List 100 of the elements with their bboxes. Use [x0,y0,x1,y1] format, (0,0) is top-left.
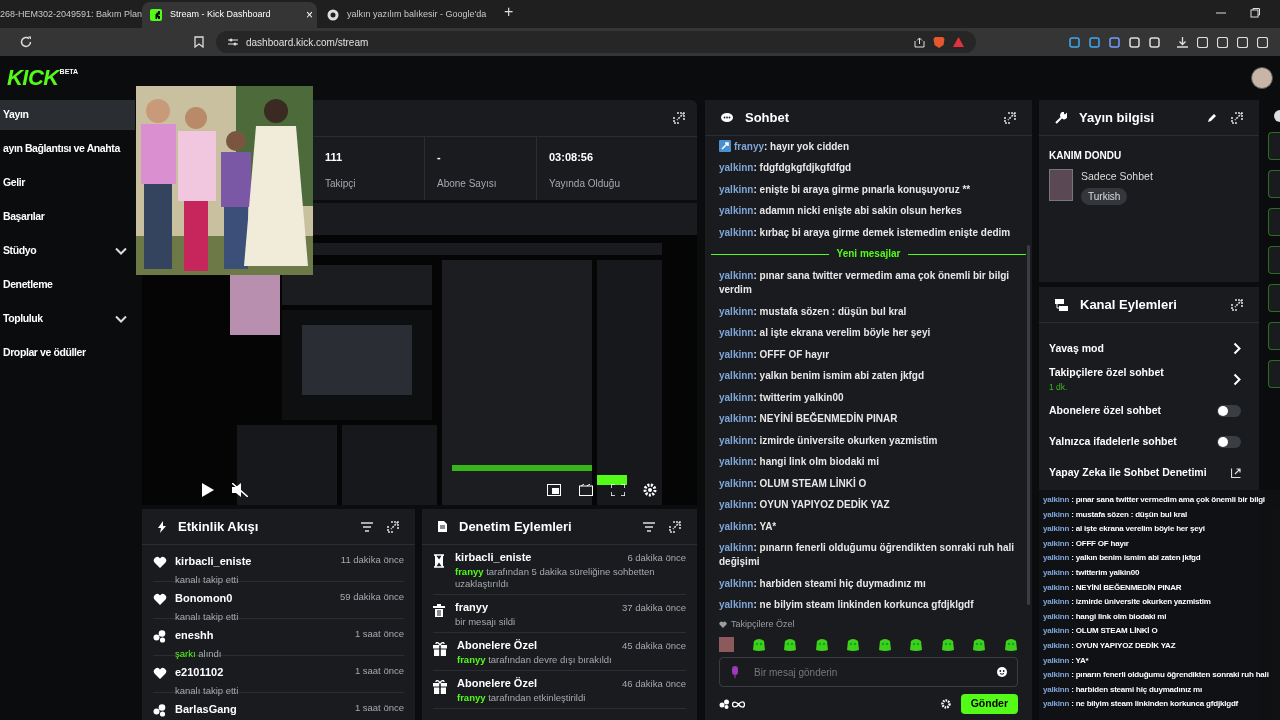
sidebar-item[interactable]: Denetleme [0,270,135,300]
chat-message: yalkinn: hangi link olm biodaki mi [719,455,881,470]
download-icon[interactable] [1177,36,1188,48]
chat-message: yalkinn: OYUN YAPIYOZ DEDİK YAZ [719,498,891,513]
blob-emote-icon[interactable] [972,637,987,652]
browser-tab[interactable]: Stream - Kick Dashboard × [142,2,317,28]
tool-button[interactable] [1268,322,1280,350]
chat-message: yalkinn: kırbaç bi araya girme demek istemedim enişte dedim [719,225,1012,240]
infinity-icon[interactable] [732,700,745,708]
blob-emote-icon[interactable] [909,637,924,652]
expand-icon[interactable] [387,520,399,533]
bookmark-icon[interactable] [194,36,204,48]
sidebar-item[interactable]: Başarılar [0,202,135,232]
blob-emote-icon[interactable] [877,637,892,652]
reload-icon[interactable] [20,36,32,48]
user-avatar[interactable] [1251,67,1273,89]
share-icon[interactable] [914,36,925,48]
restore-icon[interactable] [1250,8,1260,18]
action-value: 1 dk. [1049,381,1069,394]
tool-button[interactable] [1268,246,1280,274]
language-tag: Turkish [1081,187,1128,205]
tool-button[interactable] [1268,284,1280,312]
hourglass-icon [433,554,445,568]
new-tab-button[interactable]: + [496,0,522,28]
theater-mode-icon[interactable] [579,484,593,496]
site-settings-icon [228,37,238,47]
blob-emote-icon[interactable] [783,637,798,652]
lightning-icon [158,520,166,533]
username: kirbacli_eniste [455,551,532,564]
expand-icon[interactable] [1231,111,1243,124]
tool-button[interactable] [1268,170,1280,198]
chat-message: yalkinn: NEYİNİ BEĞENMEDİN PINAR [719,412,899,427]
stat-value: 111 [325,150,344,165]
action-description: franyy tarafından etkinleştirildi [457,692,587,704]
tool-button[interactable] [1268,360,1280,388]
settings-icon[interactable] [643,483,657,497]
send-button[interactable]: Gönder [960,694,1018,714]
sidebar-item[interactable]: Topluluk [0,304,135,334]
action-label: Yapay Zeka ile Sohbet Denetimi [1049,464,1207,480]
message-input[interactable]: Bir mesaj gönderin [719,657,1018,687]
blob-emote-icon[interactable] [1003,637,1018,652]
heart-icon [153,593,167,606]
globe-icon [327,9,339,21]
scrollbar[interactable] [1027,245,1030,605]
overlay-chat-message: yalkinn : mustafa sözen : düşün bul kral [1043,508,1189,521]
emoji-icon[interactable] [997,667,1007,677]
timestamp: 37 dakika önce [622,601,686,614]
chat-message: yalkinn: OLUM STEAM LİNKİ O [719,476,868,491]
panel-title: Yayın bilgisi [1079,108,1155,127]
kick-logo[interactable]: KICK [7,67,59,89]
address-bar[interactable]: dashboard.kick.com/stream [216,31,976,53]
pencil-icon[interactable] [1207,112,1217,123]
expand-icon[interactable] [1004,111,1016,124]
browser-tab[interactable]: 268-HEM302-2049591: Bakım Plan [0,2,140,28]
event-description: kanalı takip etti [175,572,240,587]
circles-icon [153,704,167,717]
close-tab-button[interactable]: × [306,6,313,24]
sidebar-item[interactable]: Stüdyo [0,236,135,266]
category-name: Sadece Sohbet [1081,169,1153,184]
heart-icon [153,667,167,680]
chat-message: yalkinn: fdgfdgkgfdjkgfdfgd [719,161,853,176]
sidebar-item[interactable]: Yayın [0,100,135,130]
tool-button[interactable] [1268,132,1280,160]
fullscreen-icon[interactable] [611,484,625,496]
picture-in-picture-icon[interactable] [547,484,561,496]
overlay-chat-message: yalkinn : OFFF OF hayır [1043,537,1130,550]
chevron-right-icon[interactable] [1233,373,1241,386]
expand-icon[interactable] [673,112,685,124]
chat-bubble-icon [721,112,733,123]
settings-icon[interactable] [940,699,951,709]
action-label: Takipçilere özel sohbet [1049,365,1164,381]
lion-shield-icon[interactable] [933,36,945,48]
stat-label: Abone Sayısı [437,176,498,191]
toggle-switch[interactable] [1217,404,1241,417]
triangle-icon[interactable] [953,37,964,47]
timestamp: 1 saat önce [354,627,404,641]
expand-icon[interactable] [669,520,681,533]
chevron-right-icon[interactable] [1233,342,1241,355]
expand-icon[interactable] [1231,298,1243,311]
chat-message: franyy: hayır yok cidden [719,140,1018,155]
filter-icon[interactable] [643,521,655,532]
tool-button[interactable] [1268,208,1280,236]
blob-emote-icon[interactable] [846,637,861,652]
sidebar-item[interactable]: Droplar ve ödüller [0,338,135,368]
external-link-icon[interactable] [1231,467,1241,478]
chat-mode-label: Takipçilere Özel [731,617,795,631]
browser-tab[interactable]: yalkın yazılım balıkesir - Google'da [319,2,494,28]
toggle-switch[interactable] [1217,435,1241,448]
circles-icon[interactable] [719,699,730,709]
filter-icon[interactable] [361,521,373,532]
blob-emote-icon[interactable] [751,637,766,652]
timestamp: 45 dakika önce [622,639,686,652]
action-label: Abonelere özel sohbet [1049,402,1162,418]
blob-emote-icon[interactable] [940,637,955,652]
sidebar-item[interactable]: ayın Bağlantısı ve Anahta [0,134,135,164]
muted-speaker-icon[interactable] [232,483,248,497]
panel-title: Kanal Eylemleri [1080,295,1177,314]
blob-emote-icon[interactable] [814,637,829,652]
sidebar-item[interactable]: Gelir [0,168,135,198]
play-icon[interactable] [202,483,214,497]
